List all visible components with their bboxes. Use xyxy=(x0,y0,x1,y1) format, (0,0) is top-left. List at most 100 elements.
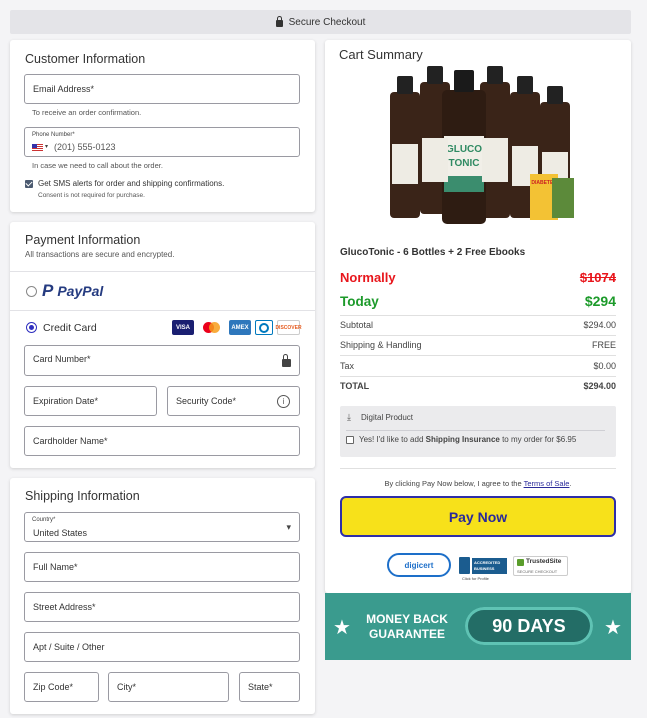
insurance-checkbox[interactable] xyxy=(346,436,354,444)
zip-code-field[interactable]: Zip Code* xyxy=(24,672,99,702)
lock-icon xyxy=(282,354,291,367)
street-address-field[interactable]: Street Address* xyxy=(24,592,300,622)
total-value: $294.00 xyxy=(583,381,616,391)
total-row: TOTAL $294.00 xyxy=(340,381,616,391)
normally-label: Normally xyxy=(340,270,396,285)
zip-code-label: Zip Code* xyxy=(33,682,74,692)
terms-text: By clicking Pay Now below, I agree to th… xyxy=(384,479,572,488)
state-field[interactable]: State* xyxy=(239,672,300,702)
today-price: $294 xyxy=(584,293,616,309)
state-label: State* xyxy=(248,682,273,692)
summary-divider xyxy=(340,315,616,316)
digicert-text: digicert xyxy=(404,560,434,570)
shipping-value: FREE xyxy=(591,340,616,350)
country-label: Country* xyxy=(32,517,56,523)
discover-icon: DISCOVER xyxy=(275,320,302,335)
summary-divider xyxy=(340,376,616,377)
tax-row: Tax $0.00 xyxy=(340,361,616,371)
city-label: City* xyxy=(117,682,137,692)
summary-divider xyxy=(340,335,616,336)
phone-field[interactable]: Phone Number* ▾ (201) 555-0123 xyxy=(24,127,300,157)
expiration-date-field[interactable]: Expiration Date* xyxy=(24,386,157,416)
phone-help: In case we need to call about the order. xyxy=(32,161,163,170)
trustedsite-title: TrustedSite xyxy=(526,558,562,565)
bbb-business: BUSINESS xyxy=(474,566,495,571)
email-field[interactable]: Email Address* xyxy=(24,74,300,104)
product-name: GlucoTonic - 6 Bottles + 2 Free Ebooks xyxy=(340,247,526,258)
download-icon: ⤓ xyxy=(347,412,351,422)
payment-divider xyxy=(10,271,315,272)
bbb-badge: ACCREDITED BUSINESS Click for Profile xyxy=(459,557,507,583)
phone-input[interactable]: (201) 555-0123 xyxy=(54,142,116,152)
pay-now-button[interactable]: Pay Now xyxy=(340,496,616,537)
digital-divider xyxy=(346,430,605,431)
paypal-text: PayPal xyxy=(57,283,104,299)
today-label: Today xyxy=(340,294,379,309)
street-address-label: Street Address* xyxy=(33,602,96,612)
credit-card-radio[interactable] xyxy=(26,322,37,333)
country-value: United States xyxy=(33,528,88,538)
payment-info-subtitle: All transactions are secure and encrypte… xyxy=(25,250,175,259)
trustedsite-subtitle: SECURE CHECKOUT xyxy=(517,569,558,574)
paypal-divider xyxy=(10,310,315,311)
subtotal-label: Subtotal xyxy=(340,320,374,330)
total-label: TOTAL xyxy=(340,381,370,391)
diners-club-icon xyxy=(255,320,273,335)
payment-info-title: Payment Information xyxy=(25,233,141,247)
star-icon: ★ xyxy=(333,617,351,639)
apt-suite-field[interactable]: Apt / Suite / Other xyxy=(24,632,300,662)
shipping-info-title: Shipping Information xyxy=(25,489,140,503)
country-select[interactable]: Country* United States ▾ xyxy=(24,512,300,542)
us-flag-icon[interactable] xyxy=(32,144,43,151)
ninety-days-badge: 90 DAYS xyxy=(465,607,593,645)
cardholder-name-label: Cardholder Name* xyxy=(33,436,108,446)
tax-value: $0.00 xyxy=(593,361,616,371)
subtotal-value: $294.00 xyxy=(583,320,616,330)
secure-checkout-bar: Secure Checkout xyxy=(10,10,631,34)
trustedsite-badge: TrustedSite SECURE CHECKOUT xyxy=(513,556,568,576)
paypal-logo[interactable]: P PayPal xyxy=(42,281,103,301)
credit-card-label: Credit Card xyxy=(43,322,97,334)
star-icon: ★ xyxy=(604,617,622,639)
card-number-field[interactable]: Card Number* xyxy=(24,345,300,376)
security-code-field[interactable]: Security Code* i xyxy=(167,386,300,416)
mastercard-icon xyxy=(200,320,222,335)
guarantee-text: MONEY BACK GUARANTEE xyxy=(366,612,448,641)
secure-checkout-label: Secure Checkout xyxy=(288,16,366,28)
city-field[interactable]: City* xyxy=(108,672,229,702)
subtotal-row: Subtotal $294.00 xyxy=(340,320,616,330)
phone-label: Phone Number* xyxy=(32,132,75,138)
svg-text:GLUCO: GLUCO xyxy=(446,144,482,155)
amex-icon: AMEX xyxy=(229,320,251,335)
email-label: Email Address* xyxy=(33,84,95,94)
apt-suite-label: Apt / Suite / Other xyxy=(33,642,105,652)
dropdown-arrow-icon[interactable]: ▾ xyxy=(286,522,291,533)
money-back-banner: ★ MONEY BACK GUARANTEE 90 DAYS ★ xyxy=(325,593,631,660)
cart-summary-title: Cart Summary xyxy=(339,47,423,62)
terms-of-sale-link[interactable]: Terms of Sale xyxy=(524,479,570,488)
lock-icon xyxy=(275,15,283,27)
paypal-p-icon: P xyxy=(42,281,54,300)
full-name-field[interactable]: Full Name* xyxy=(24,552,300,582)
full-name-label: Full Name* xyxy=(33,562,78,572)
bbb-profile-link[interactable]: Click for Profile xyxy=(462,576,489,581)
cardholder-name-field[interactable]: Cardholder Name* xyxy=(24,426,300,456)
email-help: To receive an order confirmation. xyxy=(32,108,142,117)
info-icon[interactable]: i xyxy=(277,395,290,408)
shipping-label: Shipping & Handling xyxy=(340,340,422,350)
customer-info-title: Customer Information xyxy=(25,52,146,66)
digicert-badge: digicert xyxy=(387,553,451,577)
insurance-label: Yes! I'd like to add Shipping Insurance … xyxy=(359,435,577,444)
sms-checkbox[interactable] xyxy=(25,180,33,188)
expiration-date-label: Expiration Date* xyxy=(33,396,99,406)
paypal-radio[interactable] xyxy=(26,286,37,297)
sms-note: Consent is not required for purchase. xyxy=(38,192,145,199)
svg-text:TONIC: TONIC xyxy=(449,158,480,169)
summary-divider xyxy=(340,355,616,356)
product-image: GLUCO TONIC DIABETES xyxy=(380,66,580,228)
bbb-logo-icon xyxy=(459,557,470,574)
chevron-down-icon[interactable]: ▾ xyxy=(45,143,48,150)
card-number-label: Card Number* xyxy=(33,354,91,364)
visa-icon: VISA xyxy=(172,320,194,335)
digital-product-box: ⤓ Digital Product Yes! I'd like to add S… xyxy=(340,406,616,457)
